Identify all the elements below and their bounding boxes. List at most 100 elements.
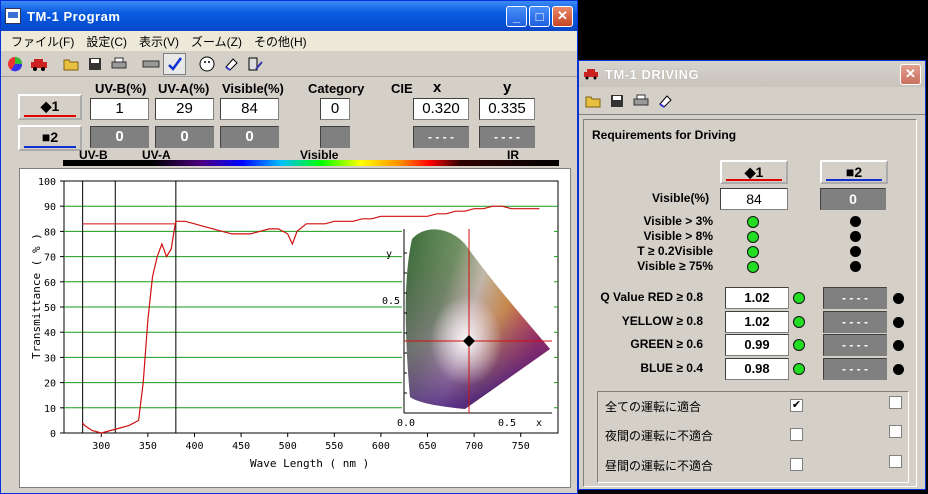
q-value1-1: 1.02 bbox=[725, 311, 789, 333]
q-status1-1 bbox=[793, 316, 805, 328]
check-label-3: Visible ≥ 75% bbox=[637, 259, 713, 273]
check-icon[interactable] bbox=[163, 52, 186, 75]
y-tick-label: 20 bbox=[44, 379, 56, 390]
sample2-category-field bbox=[320, 126, 350, 148]
driving-eraser-icon[interactable] bbox=[653, 89, 676, 112]
eraser-icon[interactable] bbox=[219, 52, 242, 75]
driving-heading: Requirements for Driving bbox=[592, 128, 737, 142]
driving-save-icon[interactable] bbox=[605, 89, 628, 112]
verdict-checkbox1-0[interactable]: ✔ bbox=[790, 399, 803, 412]
main-window: TM-1 Program _ □ ✕ ファイル(F) 設定(C) 表示(V) ズ… bbox=[0, 0, 578, 494]
menu-zoom[interactable]: ズーム(Z) bbox=[185, 33, 248, 50]
verdict-checkbox1-2[interactable] bbox=[790, 458, 803, 471]
q-label-3: BLUE ≥ 0.4 bbox=[640, 361, 703, 375]
visible-header: Visible(%) bbox=[222, 81, 284, 96]
check-status1-1 bbox=[747, 231, 759, 243]
x-tick-label: 600 bbox=[372, 441, 390, 452]
verdict-checkbox1-1[interactable] bbox=[790, 428, 803, 441]
check-label-0: Visible > 3% bbox=[643, 214, 714, 228]
x-tick-label: 550 bbox=[325, 441, 343, 452]
sample1-uva-field: 29 bbox=[155, 98, 214, 120]
y-axis-label: Transmittance ( % ) bbox=[30, 233, 43, 359]
menubar: ファイル(F) 設定(C) 表示(V) ズーム(Z) その他(H) bbox=[1, 31, 577, 51]
y-tick-label: 30 bbox=[44, 353, 56, 364]
car-icon[interactable] bbox=[27, 52, 50, 75]
verdict-checkbox2-0[interactable] bbox=[889, 396, 902, 409]
print-icon[interactable] bbox=[107, 52, 130, 75]
color-wheel-icon[interactable] bbox=[3, 52, 26, 75]
driving-window: TM-1 DRIVING ✕ Requirements for Driving … bbox=[578, 60, 926, 490]
main-titlebar[interactable]: TM-1 Program _ □ ✕ bbox=[1, 1, 577, 31]
main-toolbar bbox=[1, 51, 577, 77]
sample2-x-field: - - - - bbox=[413, 126, 469, 148]
q-value2-3: - - - - bbox=[823, 358, 887, 380]
menu-settings[interactable]: 設定(C) bbox=[80, 33, 133, 50]
face-icon[interactable] bbox=[195, 52, 218, 75]
x-axis-label: Wave Length ( nm ) bbox=[250, 457, 369, 470]
sample1-label: ◆1 bbox=[40, 98, 60, 114]
q-status1-0 bbox=[793, 292, 805, 304]
check-status1-2 bbox=[747, 246, 759, 258]
q-status2-2 bbox=[893, 340, 904, 351]
edit-device-icon[interactable] bbox=[243, 52, 266, 75]
driving-visible1-field: 84 bbox=[720, 188, 788, 210]
driving-col2-button[interactable]: ■2 bbox=[820, 160, 888, 184]
sample1-category-field: 0 bbox=[320, 98, 350, 120]
verdict-checkbox2-1[interactable] bbox=[889, 425, 902, 438]
verdict-label-2: 昼間の運転に不適合 bbox=[605, 459, 714, 473]
y-tick-label: 100 bbox=[38, 177, 56, 188]
y-header: y bbox=[503, 79, 512, 96]
check-status1-0 bbox=[747, 216, 759, 228]
sample2-label: ■2 bbox=[41, 129, 59, 145]
y-tick-label: 50 bbox=[44, 303, 56, 314]
spectrum-bar-icon[interactable] bbox=[139, 52, 162, 75]
q-status2-1 bbox=[893, 317, 904, 328]
check-status2-1 bbox=[850, 231, 861, 242]
driving-print-icon[interactable] bbox=[629, 89, 652, 112]
x-tick-label: 700 bbox=[465, 441, 483, 452]
driving-col1-label: ◆1 bbox=[744, 164, 764, 180]
menu-other[interactable]: その他(H) bbox=[248, 33, 313, 50]
menu-file[interactable]: ファイル(F) bbox=[5, 33, 80, 50]
spectrum-label-visible: Visible bbox=[300, 148, 339, 162]
y-tick-label: 80 bbox=[44, 227, 56, 238]
save-icon[interactable] bbox=[83, 52, 106, 75]
driving-titlebar[interactable]: TM-1 DRIVING ✕ bbox=[579, 61, 925, 87]
x-header: x bbox=[433, 79, 442, 96]
q-value2-2: - - - - bbox=[823, 334, 887, 356]
sample1-button[interactable]: ◆1 bbox=[18, 94, 82, 120]
driving-col1-button[interactable]: ◆1 bbox=[720, 160, 788, 184]
uva-header: UV-A(%) bbox=[158, 81, 210, 96]
check-status2-3 bbox=[850, 261, 861, 272]
sample2-uvb-field: 0 bbox=[90, 126, 149, 148]
y-tick-label: 0 bbox=[50, 429, 56, 440]
driving-close-button[interactable]: ✕ bbox=[900, 63, 921, 85]
sample2-uva-field: 0 bbox=[155, 126, 214, 148]
maximize-button[interactable]: □ bbox=[529, 5, 550, 27]
y-tick-label: 70 bbox=[44, 253, 56, 264]
driving-open-folder-icon[interactable] bbox=[581, 89, 604, 112]
app-icon bbox=[5, 8, 21, 24]
q-label-1: YELLOW ≥ 0.8 bbox=[621, 314, 703, 328]
x-tick-label: 500 bbox=[279, 441, 297, 452]
sample1-y-field: 0.335 bbox=[479, 98, 535, 120]
spectrum-label-ir: IR bbox=[507, 148, 519, 162]
transmittance-chart: 1009080706050403020100300 350 400 450 500 550… bbox=[30, 177, 559, 470]
verdict-label-0: 全ての運転に適合 bbox=[605, 400, 702, 414]
q-status1-2 bbox=[793, 339, 805, 351]
cie-inset: y 0.5 0.0 0.5 x bbox=[382, 225, 554, 429]
check-label-2: T ≥ 0.2Visible bbox=[637, 244, 713, 258]
check-status2-2 bbox=[850, 246, 861, 257]
x-tick-label: 400 bbox=[185, 441, 203, 452]
menu-view[interactable]: 表示(V) bbox=[133, 33, 185, 50]
close-button[interactable]: ✕ bbox=[552, 5, 573, 27]
q-value1-3: 0.98 bbox=[725, 358, 789, 380]
q-status1-3 bbox=[793, 363, 805, 375]
verdict-checkbox2-2[interactable] bbox=[889, 455, 902, 468]
x-tick-label: 450 bbox=[232, 441, 250, 452]
open-folder-icon[interactable] bbox=[59, 52, 82, 75]
minimize-button[interactable]: _ bbox=[506, 5, 527, 27]
q-status2-3 bbox=[893, 364, 904, 375]
cie-x-tick-0: 0.0 bbox=[397, 418, 415, 429]
sample2-button[interactable]: ■2 bbox=[18, 125, 82, 151]
